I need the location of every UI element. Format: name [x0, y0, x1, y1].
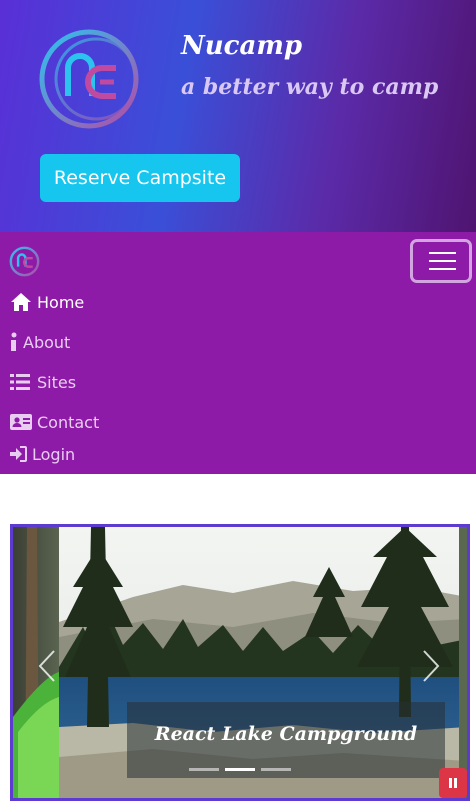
reserve-campsite-button[interactable]: Reserve Campsite	[40, 154, 240, 202]
carousel-indicator-1[interactable]	[189, 768, 219, 771]
login-button[interactable]: Login	[10, 442, 75, 466]
navbar-brand-logo-icon[interactable]	[9, 246, 40, 277]
carousel-caption: React Lake Campground	[154, 723, 418, 745]
address-card-icon	[10, 412, 32, 432]
carousel-pause-button[interactable]	[439, 768, 467, 798]
sign-in-icon	[10, 444, 27, 464]
navbar-toggler-button[interactable]	[410, 239, 472, 283]
carousel-indicator-3[interactable]	[261, 768, 291, 771]
nav-item-sites[interactable]: Sites	[10, 370, 76, 394]
carousel-indicator-2[interactable]	[225, 768, 255, 771]
nav-item-contact[interactable]: Contact	[10, 410, 99, 434]
nav-item-sites-label: Sites	[37, 372, 77, 392]
brand-subtitle: a better way to camp	[181, 74, 439, 100]
brand-title: Nucamp	[181, 31, 303, 61]
carousel-next-icon[interactable]	[421, 649, 441, 683]
nav-item-about-label: About	[23, 332, 71, 352]
image-carousel: React Lake Campground	[10, 524, 470, 801]
nav-item-about[interactable]: About	[10, 330, 70, 354]
pause-icon	[449, 778, 452, 788]
info-icon	[10, 332, 18, 352]
carousel-prev-icon[interactable]	[37, 649, 57, 683]
login-label: Login	[32, 444, 76, 464]
jumbotron-header: Nucamp a better way to camp Reserve Camp…	[0, 0, 476, 232]
list-icon	[10, 372, 32, 392]
nav-item-home[interactable]: Home	[10, 290, 84, 314]
nav-item-contact-label: Contact	[37, 412, 100, 432]
nucamp-logo-icon	[39, 29, 139, 129]
home-icon	[10, 292, 32, 312]
hamburger-icon	[429, 252, 456, 254]
nav-item-home-label: Home	[37, 292, 85, 312]
navbar: Home About Sites Contact Login	[0, 232, 476, 474]
